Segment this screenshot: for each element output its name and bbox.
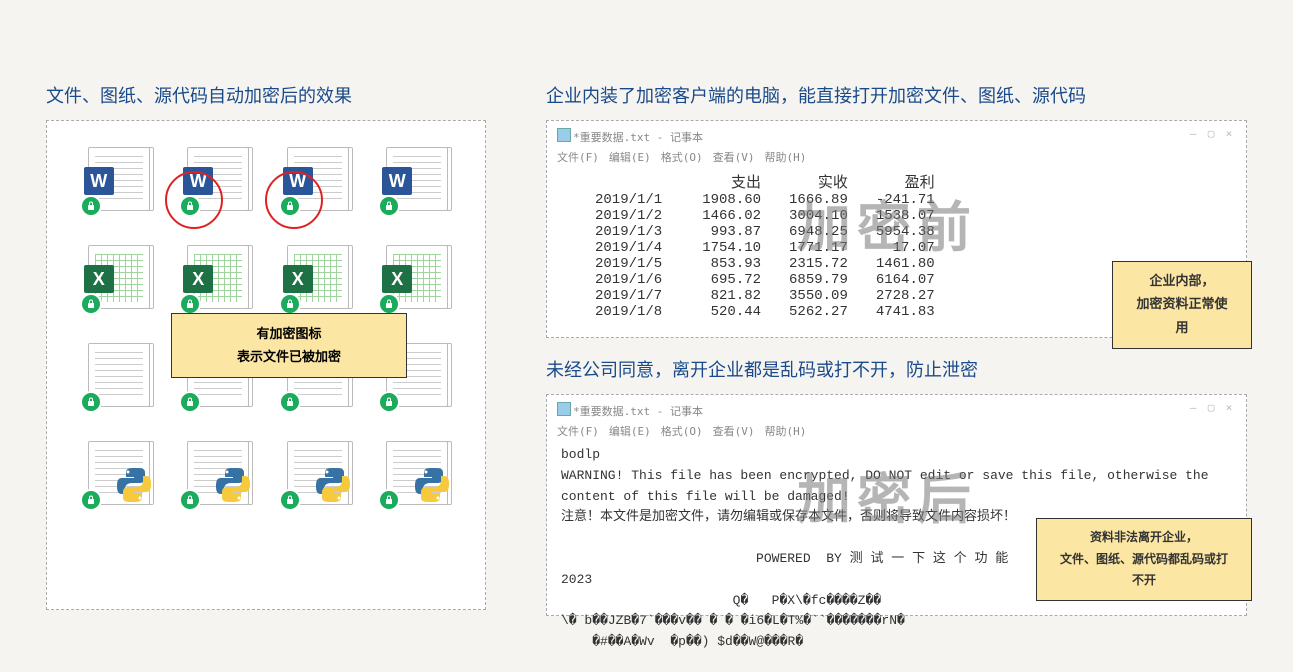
left-callout: 有加密图标 表示文件已被加密 [171, 313, 407, 378]
file-word-icon[interactable]: W [181, 145, 251, 215]
lock-icon [279, 489, 301, 511]
menu-item[interactable]: 文件(F) [557, 151, 599, 164]
python-icon [412, 465, 452, 505]
word-badge-icon: W [283, 167, 313, 195]
word-badge-icon: W [183, 167, 213, 195]
file-excel-icon[interactable]: X [82, 243, 152, 313]
callout-before: 企业内部， 加密资料正常使用 [1112, 261, 1252, 349]
lock-icon [179, 195, 201, 217]
lock-icon [279, 293, 301, 315]
excel-badge-icon: X [382, 265, 412, 293]
file-plain-icon[interactable] [82, 341, 152, 411]
menu-item[interactable]: 编辑(E) [609, 151, 651, 164]
notepad-menu[interactable]: 文件(F) 编辑(E) 格式(O) 查看(V) 帮助(H) [555, 147, 1238, 171]
table-row: 2019/1/21466.023004.101538.07 [595, 208, 963, 224]
menu-item[interactable]: 格式(O) [661, 425, 703, 438]
left-callout-l2: 表示文件已被加密 [192, 345, 386, 368]
table-row: 2019/1/3993.876948.255954.38 [595, 224, 963, 240]
menu-item[interactable]: 文件(F) [557, 425, 599, 438]
file-python-icon[interactable] [380, 439, 450, 509]
callout-before-l1: 企业内部， [1133, 270, 1231, 293]
notepad-before: –▢× *重要数据.txt - 记事本 文件(F)编辑(E)格式(O)查看(V)… [546, 120, 1247, 338]
callout-after-l1: 资料非法离开企业， [1057, 527, 1231, 549]
table-row: 2019/1/41754.101771.1717.07 [595, 240, 963, 256]
menu-item[interactable]: 编辑(E) [609, 425, 651, 438]
file-python-icon[interactable] [181, 439, 251, 509]
right-bot-title: 未经公司同意，离开企业都是乱码或打不开，防止泄密 [546, 356, 1247, 382]
lock-icon [378, 489, 400, 511]
file-excel-icon[interactable]: X [380, 243, 450, 313]
lock-icon [80, 391, 102, 413]
lock-icon [279, 195, 301, 217]
callout-after: 资料非法离开企业， 文件、图纸、源代码都乱码或打不开 [1036, 518, 1252, 601]
table-header [595, 171, 702, 192]
menu-item[interactable]: 帮助(H) [765, 151, 807, 164]
lock-icon [378, 293, 400, 315]
table-row: 2019/1/11908.601666.89-241.71 [595, 192, 963, 208]
python-icon [313, 465, 353, 505]
encrypted-files-panel: W W W W X X X X 有加密图标 表示文件已被加密 [46, 120, 486, 610]
notepad-menu[interactable]: 文件(F) 编辑(E) 格式(O) 查看(V) 帮助(H) [555, 421, 1238, 445]
table-row: 2019/1/7821.823550.092728.27 [595, 288, 963, 304]
notepad-title: *重要数据.txt - 记事本 [555, 401, 1238, 421]
file-word-icon[interactable]: W [82, 145, 152, 215]
table-header: 盈利 [876, 171, 963, 192]
callout-after-l2: 文件、图纸、源代码都乱码或打不开 [1057, 549, 1231, 592]
table-row: 2019/1/5853.932315.721461.80 [595, 256, 963, 272]
file-word-icon[interactable]: W [380, 145, 450, 215]
menu-item[interactable]: 帮助(H) [765, 425, 807, 438]
lock-icon [279, 391, 301, 413]
menu-item[interactable]: 格式(O) [661, 151, 703, 164]
right-top-title: 企业内装了加密客户端的电脑，能直接打开加密文件、图纸、源代码 [546, 82, 1247, 108]
table-row: 2019/1/8520.445262.274741.83 [595, 304, 963, 320]
notepad-after: –▢× *重要数据.txt - 记事本 文件(F)编辑(E)格式(O)查看(V)… [546, 394, 1247, 616]
file-excel-icon[interactable]: X [181, 243, 251, 313]
menu-item[interactable]: 查看(V) [713, 425, 755, 438]
word-badge-icon: W [382, 167, 412, 195]
file-python-icon[interactable] [281, 439, 351, 509]
lock-icon [179, 489, 201, 511]
excel-badge-icon: X [84, 265, 114, 293]
menu-item[interactable]: 查看(V) [713, 151, 755, 164]
python-icon [213, 465, 253, 505]
word-badge-icon: W [84, 167, 114, 195]
file-excel-icon[interactable]: X [281, 243, 351, 313]
lock-icon [378, 195, 400, 217]
file-word-icon[interactable]: W [281, 145, 351, 215]
table-header: 实收 [789, 171, 876, 192]
left-callout-l1: 有加密图标 [192, 322, 386, 345]
callout-before-l2: 加密资料正常使用 [1133, 293, 1231, 340]
lock-icon [80, 489, 102, 511]
lock-icon [80, 195, 102, 217]
table-row: 2019/1/6695.726859.796164.07 [595, 272, 963, 288]
left-title: 文件、图纸、源代码自动加密后的效果 [46, 82, 486, 108]
file-python-icon[interactable] [82, 439, 152, 509]
excel-badge-icon: X [283, 265, 313, 293]
lock-icon [179, 391, 201, 413]
python-icon [114, 465, 154, 505]
lock-icon [80, 293, 102, 315]
lock-icon [378, 391, 400, 413]
lock-icon [179, 293, 201, 315]
table-header: 支出 [702, 171, 789, 192]
data-table: 支出实收盈利2019/1/11908.601666.89-241.712019/… [595, 171, 963, 320]
notepad-title: *重要数据.txt - 记事本 [555, 127, 1238, 147]
excel-badge-icon: X [183, 265, 213, 293]
